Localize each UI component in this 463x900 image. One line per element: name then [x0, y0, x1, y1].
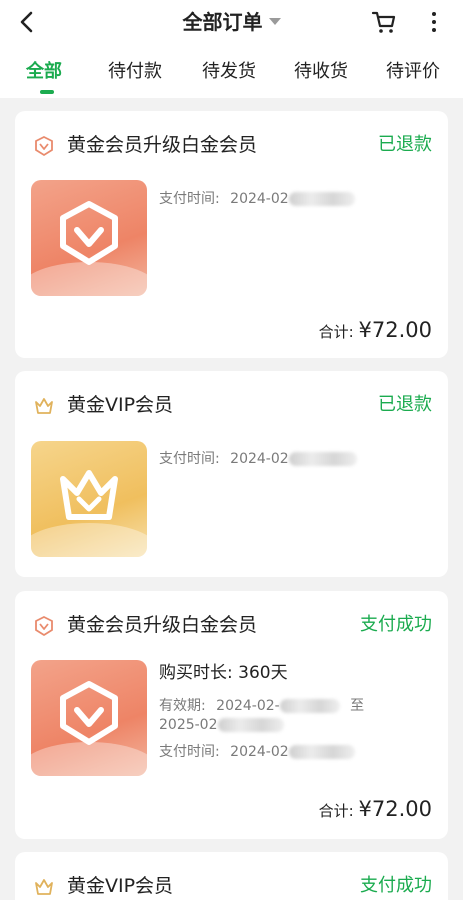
order-status: 已退款 [378, 134, 432, 155]
product-thumbnail[interactable] [31, 180, 147, 296]
order-card[interactable]: 黄金VIP会员 支付成功 [15, 852, 448, 900]
validity-start: 有效期: 2024-02- 至 [159, 696, 364, 716]
cart-icon[interactable] [370, 8, 398, 36]
top-bar: 全部订单 [0, 0, 463, 46]
pay-time: 支付时间: 2024-02 [159, 742, 355, 762]
vip-crown-icon [60, 470, 118, 520]
upgrade-shield-icon [60, 201, 118, 265]
redacted-blur [288, 745, 355, 759]
pay-time-value: 2024-02 [230, 191, 289, 207]
order-title: 黄金会员升级白金会员 [67, 134, 258, 156]
order-total: 合计: ¥72.00 [319, 317, 432, 345]
order-status: 支付成功 [360, 875, 432, 896]
order-title: 黄金会员升级白金会员 [67, 614, 258, 636]
validity-start-value: 2024-02- [216, 698, 280, 714]
total-amount: ¥72.00 [358, 318, 432, 342]
pay-time-label: 支付时间: [159, 744, 220, 760]
tab-all[interactable]: 全部 [26, 60, 62, 84]
redacted-blur [217, 718, 284, 732]
order-total: 合计: ¥72.00 [319, 796, 432, 824]
redacted-blur [288, 192, 355, 206]
duration-label: 购买时长: [159, 663, 233, 683]
order-title: 黄金VIP会员 [67, 394, 174, 416]
tab-pending-review[interactable]: 待评价 [386, 60, 440, 84]
redacted-blur [279, 699, 340, 713]
crown-icon [35, 879, 53, 895]
more-vertical-icon[interactable] [426, 8, 442, 36]
tab-pending-payment[interactable]: 待付款 [108, 60, 162, 84]
order-tabs: 全部 待付款 待发货 待收货 待评价 [0, 46, 463, 98]
crown-icon [35, 398, 53, 414]
pay-time-value: 2024-02 [230, 451, 289, 467]
upgrade-badge-icon [35, 135, 53, 157]
pay-time-value: 2024-02 [230, 744, 289, 760]
order-card[interactable]: 黄金VIP会员 已退款 支付时间: 2024-02 [15, 371, 448, 577]
upgrade-shield-icon [60, 681, 118, 745]
active-tab-indicator [40, 90, 54, 94]
validity-end: 2025-02 [159, 715, 284, 735]
pay-time: 支付时间: 2024-02 [159, 449, 357, 469]
duration-value: 360天 [238, 663, 288, 683]
order-card[interactable]: 黄金会员升级白金会员 已退款 支付时间: 2024-02 合计: ¥72.00 [15, 111, 448, 358]
order-title: 黄金VIP会员 [67, 875, 174, 897]
redacted-blur [288, 452, 357, 466]
pay-time-label: 支付时间: [159, 451, 220, 467]
page-title: 全部订单 [182, 10, 263, 34]
total-label: 合计: [318, 802, 354, 820]
validity-label: 有效期: [159, 698, 206, 714]
tab-pending-receipt[interactable]: 待收货 [294, 60, 348, 84]
total-label: 合计: [318, 323, 354, 341]
product-thumbnail[interactable] [31, 660, 147, 776]
chevron-down-icon [268, 18, 281, 25]
pay-time-label: 支付时间: [159, 191, 220, 207]
order-status: 支付成功 [360, 614, 432, 635]
pay-time: 支付时间: 2024-02 [159, 189, 355, 209]
order-status: 已退款 [378, 394, 432, 415]
order-card[interactable]: 黄金会员升级白金会员 支付成功 购买时长: 360天 有效期: 2024-02-… [15, 591, 448, 839]
validity-to: 至 [350, 698, 365, 714]
product-thumbnail[interactable] [31, 441, 147, 557]
validity-end-value: 2025-02 [159, 717, 218, 733]
purchase-duration: 购买时长: 360天 [159, 662, 288, 684]
upgrade-badge-icon [35, 615, 53, 637]
total-amount: ¥72.00 [358, 797, 432, 821]
tab-pending-shipment[interactable]: 待发货 [202, 60, 256, 84]
